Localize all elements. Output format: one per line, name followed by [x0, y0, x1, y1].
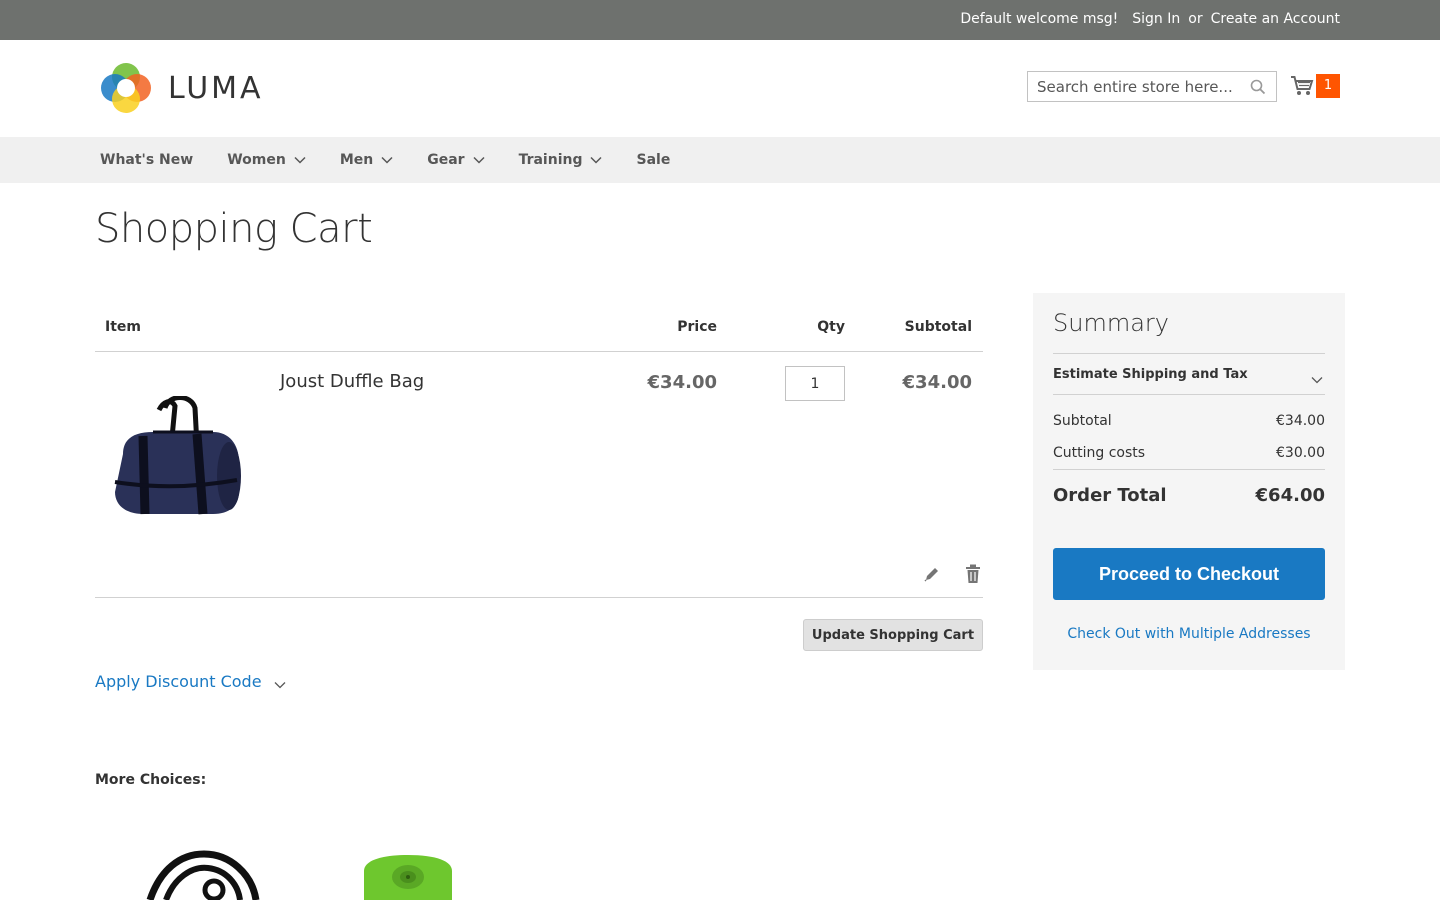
column-header-qty: Qty [817, 319, 845, 335]
proceed-to-checkout-button[interactable]: Proceed to Checkout [1053, 548, 1325, 600]
chevron-down-icon [381, 152, 393, 168]
shopping-cart-icon [1290, 75, 1314, 101]
item-subtotal: €34.00 [902, 372, 972, 393]
search-box [1027, 71, 1277, 102]
chevron-down-icon [590, 152, 603, 168]
shipping-label: Cutting costs [1053, 445, 1146, 461]
trash-icon[interactable] [965, 564, 981, 588]
nav-item-whats-new[interactable]: What's New [100, 152, 193, 168]
logo-text: LUMA [168, 70, 264, 106]
subtotal-label: Subtotal [1053, 413, 1112, 429]
product-thumbnail-yoga-mat[interactable] [360, 855, 456, 900]
luma-logo-icon [101, 63, 151, 113]
multiple-addresses-link[interactable]: Check Out with Multiple Addresses [1033, 626, 1345, 642]
column-header-item: Item [105, 319, 141, 335]
top-bar: Default welcome msg! Sign In or Create a… [0, 0, 1440, 40]
or-text: or [1188, 11, 1203, 27]
order-total-label: Order Total [1053, 485, 1167, 506]
nav-item-label: What's New [100, 152, 194, 168]
qty-input[interactable] [785, 366, 845, 401]
nav-item-label: Women [227, 152, 286, 168]
apply-discount-toggle[interactable]: Apply Discount Code [95, 670, 286, 693]
chevron-down-icon [1311, 369, 1323, 388]
item-price: €34.00 [647, 372, 717, 393]
nav-item-label: Gear [427, 152, 465, 168]
create-account-link[interactable]: Create an Account [1211, 11, 1340, 27]
summary-title: Summary [1053, 309, 1169, 337]
page-title: Shopping Cart [95, 206, 373, 252]
order-summary: Summary Estimate Shipping and Tax Subtot… [1033, 293, 1345, 670]
cart-item-row: Joust Duffle Bag €34.00 €34.00 [95, 352, 983, 598]
nav-item-label: Sale [636, 152, 671, 168]
pencil-icon[interactable] [923, 565, 941, 587]
nav-item-label: Training [518, 152, 583, 168]
chevron-down-icon [274, 674, 286, 693]
shipping-value: €30.00 [1276, 445, 1325, 461]
welcome-message: Default welcome msg! [960, 11, 1119, 27]
update-cart-button[interactable]: Update Shopping Cart [803, 619, 983, 651]
product-thumbnail-resistance-band[interactable] [140, 850, 260, 900]
product-name-link[interactable]: Joust Duffle Bag [280, 371, 424, 392]
chevron-down-icon [473, 152, 485, 168]
summary-shipping-row: Cutting costs €30.00 [1053, 445, 1325, 461]
more-choices-heading: More Choices: [95, 772, 207, 788]
duffle-bag-image [114, 395, 241, 515]
nav-item-women[interactable]: Women [227, 152, 306, 168]
minicart-button[interactable]: 1 [1290, 74, 1340, 100]
logo[interactable]: LUMA [100, 62, 264, 114]
nav-item-gear[interactable]: Gear [427, 152, 485, 168]
sign-in-link[interactable]: Sign In [1132, 11, 1180, 27]
nav-item-label: Men [339, 152, 374, 168]
search-icon[interactable] [1250, 79, 1266, 99]
column-header-subtotal: Subtotal [904, 319, 972, 335]
subtotal-value: €34.00 [1276, 413, 1325, 429]
order-total-value: €64.00 [1255, 485, 1325, 506]
nav-item-sale[interactable]: Sale [636, 152, 670, 168]
nav-item-men[interactable]: Men [340, 152, 393, 168]
chevron-down-icon [294, 152, 306, 168]
nav-item-training[interactable]: Training [519, 152, 603, 168]
cart-table: Item Price Qty Subtotal Joust Duffle Bag… [95, 300, 983, 598]
header-links: Default welcome msg! Sign In or Create a… [960, 11, 1340, 27]
order-total-row: Order Total €64.00 [1053, 485, 1325, 506]
cart-count-badge: 1 [1316, 74, 1340, 98]
estimate-shipping-label: Estimate Shipping and Tax [1053, 367, 1248, 382]
summary-subtotal-row: Subtotal €34.00 [1053, 413, 1325, 429]
estimate-shipping-toggle[interactable]: Estimate Shipping and Tax [1053, 353, 1325, 395]
search-input[interactable] [1028, 72, 1238, 101]
cart-table-header: Item Price Qty Subtotal [95, 300, 983, 352]
product-image[interactable] [113, 395, 245, 522]
summary-divider [1053, 469, 1325, 470]
discount-label: Apply Discount Code [95, 672, 262, 691]
column-header-price: Price [677, 319, 717, 335]
main-navigation: What's New Women Men Gear Training Sale [0, 137, 1440, 183]
